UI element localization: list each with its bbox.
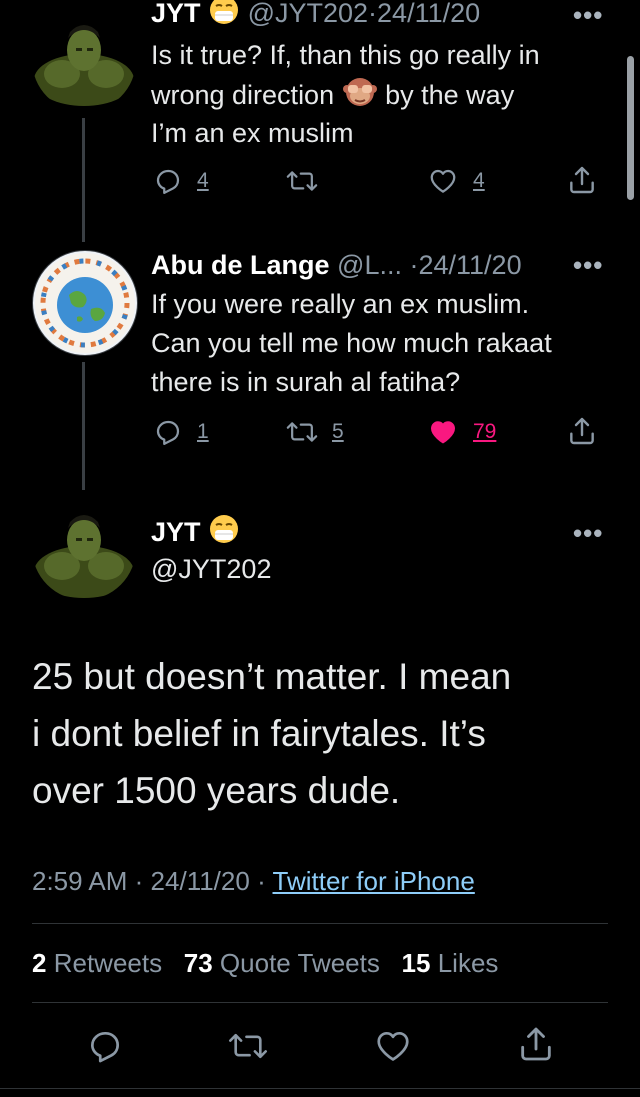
divider [32, 1002, 608, 1003]
like-count: 79 [473, 420, 497, 443]
tweet-header: JYT @JYT202·24/11/20 [151, 0, 480, 36]
tweet-meta: 2:59 AM · 24/11/20 · Twitter for iPhone [32, 864, 475, 898]
thread-line [82, 362, 85, 490]
reply-icon [90, 1031, 120, 1063]
retweet-button[interactable] [228, 1027, 268, 1065]
quote-tweets-count: 73 [183, 948, 213, 978]
reply-icon [156, 169, 180, 194]
retweet-icon [286, 171, 318, 191]
author-name[interactable]: JYT [151, 0, 201, 28]
likes-count: 15 [401, 948, 431, 978]
avatar[interactable] [32, 496, 136, 600]
tweet-text: wrong direction [151, 80, 335, 111]
like-icon [431, 421, 455, 444]
reply-button[interactable] [86, 1027, 124, 1065]
separator: · [257, 866, 266, 896]
reply-button[interactable]: 4 [153, 166, 209, 196]
tweet-date: 24/11/20 [150, 866, 250, 896]
share-button[interactable] [566, 164, 598, 196]
author-line: JYT [151, 513, 240, 555]
tweet-text-line: I’m an ex muslim [151, 118, 354, 148]
share-button[interactable] [516, 1024, 556, 1064]
author-handle[interactable]: @L... [337, 250, 402, 280]
share-button[interactable] [566, 415, 598, 447]
more-icon[interactable]: ••• [573, 0, 603, 31]
author-name[interactable]: JYT [151, 517, 201, 547]
share-icon [570, 166, 594, 194]
scrollbar[interactable] [627, 56, 634, 200]
tweet-text-line: over 1500 years dude. [32, 770, 401, 811]
quote-tweets-stat[interactable]: 73 Quote Tweets [184, 948, 380, 978]
share-icon [521, 1027, 551, 1061]
more-icon[interactable]: ••• [573, 518, 603, 549]
retweet-icon [286, 422, 318, 442]
more-icon[interactable]: ••• [573, 250, 603, 281]
like-button[interactable]: 4 [427, 166, 485, 196]
tweet-stats: 2 Retweets 73 Quote Tweets 15 Likes [32, 946, 498, 980]
tweet-header: Abu de Lange @L... ·24/11/20 [151, 246, 522, 284]
avatar[interactable] [32, 8, 136, 112]
tweet-text-line: i dont belief in fairytales. It’s [32, 713, 486, 754]
like-button[interactable] [373, 1027, 413, 1065]
retweets-stat[interactable]: 2 Retweets [32, 948, 162, 978]
divider [32, 923, 608, 924]
retweet-count: 5 [332, 420, 344, 443]
tweet-text-line: there is in surah al fatiha? [151, 367, 461, 397]
tweet-text-line: If you were really an ex muslim. [151, 289, 530, 319]
retweet-icon [229, 1033, 267, 1059]
tweet-text-line: 25 but doesn’t matter. I mean [32, 656, 512, 697]
retweets-label: Retweets [53, 948, 163, 978]
retweet-button[interactable] [286, 166, 318, 196]
tweet-body: 25 but doesn’t matter. I mean i dont bel… [32, 648, 511, 819]
quote-tweets-label: Quote Tweets [219, 948, 380, 978]
reply-icon [156, 420, 180, 445]
share-icon [570, 417, 594, 445]
divider [0, 1088, 640, 1089]
source-link[interactable]: Twitter for iPhone [273, 866, 475, 896]
tweet-date[interactable]: 24/11/20 [377, 0, 480, 28]
like-icon [377, 1031, 409, 1061]
avatar[interactable] [32, 250, 138, 356]
separator: · [134, 866, 144, 896]
separator: · [368, 0, 378, 29]
retweets-count: 2 [32, 948, 47, 978]
author-handle[interactable]: @JYT202 [248, 0, 368, 28]
retweet-button[interactable]: 5 [286, 417, 344, 447]
tweet-text-line: wrong direction by the way [151, 75, 514, 119]
tweet-time: 2:59 AM [32, 866, 128, 896]
likes-label: Likes [437, 948, 499, 978]
tweet-text: by the way [385, 80, 515, 111]
author-handle[interactable]: @JYT202 [151, 550, 271, 588]
like-button[interactable]: 79 [427, 417, 496, 447]
mask-face-emoji [208, 0, 240, 36]
author-name[interactable]: Abu de Lange [151, 250, 330, 280]
reply-button[interactable]: 1 [153, 417, 209, 447]
thread-line [82, 118, 85, 242]
like-count: 4 [473, 169, 485, 192]
mask-face-emoji [208, 513, 240, 555]
tweet-text-line: Can you tell me how much rakaat [151, 328, 552, 358]
tweet-text-line: Is it true? If, than this go really in [151, 40, 540, 70]
likes-stat[interactable]: 15 Likes [402, 948, 499, 978]
reply-count: 1 [197, 420, 209, 443]
reply-count: 4 [197, 169, 209, 192]
see-no-evil-monkey-emoji [342, 75, 378, 119]
like-icon [430, 169, 456, 193]
tweet-date[interactable]: 24/11/20 [418, 250, 521, 280]
